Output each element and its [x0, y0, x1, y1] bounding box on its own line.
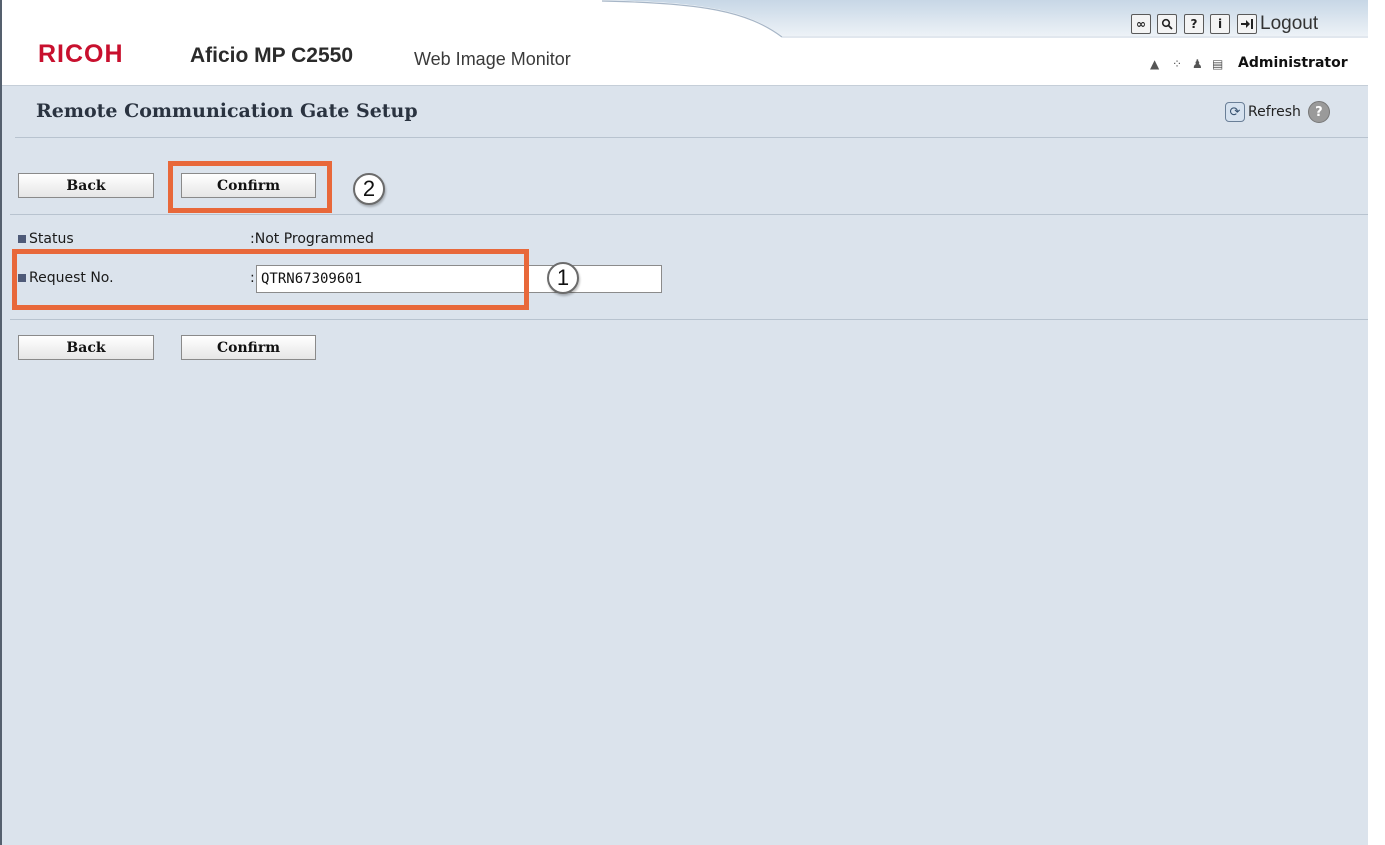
- logout-link[interactable]: Logout: [1260, 13, 1318, 35]
- confirm-button-bottom[interactable]: Confirm: [181, 335, 316, 360]
- title-divider: [15, 137, 1368, 138]
- bullet-marker: [18, 235, 26, 243]
- highlight-box-request-no: [12, 249, 529, 310]
- network-icon: ⁘: [1172, 57, 1183, 71]
- refresh-icon[interactable]: ⟳: [1225, 102, 1245, 122]
- refresh-control[interactable]: ⟳ Refresh ?: [1225, 101, 1330, 123]
- callout-step-2: 2: [353, 173, 385, 205]
- product-name: Web Image Monitor: [414, 49, 571, 69]
- link-icon[interactable]: ∞: [1131, 14, 1151, 34]
- logout-icon[interactable]: [1237, 14, 1257, 34]
- back-button-bottom[interactable]: Back: [18, 335, 154, 360]
- status-label: Status: [18, 231, 74, 247]
- header-bar: RICOH Aficio MP C2550 Web Image Monitor …: [2, 0, 1368, 86]
- section-divider-bottom: [10, 319, 1368, 320]
- document-icon: ▤: [1212, 57, 1224, 71]
- highlight-box-confirm: [168, 161, 332, 213]
- section-divider-top: [10, 214, 1368, 215]
- status-value: :Not Programmed: [250, 231, 374, 247]
- ricoh-logo: RICOH: [38, 40, 124, 68]
- device-model: Aficio MP C2550: [190, 44, 354, 67]
- lock-icon: ▲: [1150, 57, 1160, 71]
- window-left-border: [0, 0, 2, 845]
- info-icon[interactable]: i: [1210, 14, 1230, 34]
- page-help-icon[interactable]: ?: [1307, 101, 1330, 123]
- back-button-top[interactable]: Back: [18, 173, 154, 198]
- user-role-label: Administrator: [1238, 55, 1348, 71]
- help-icon[interactable]: ?: [1184, 14, 1204, 34]
- status-label-text: Status: [29, 231, 74, 247]
- refresh-link[interactable]: Refresh: [1248, 104, 1301, 120]
- window-right-margin: [1368, 0, 1385, 845]
- user-icon: ♟: [1192, 57, 1203, 71]
- search-icon[interactable]: [1157, 14, 1177, 34]
- page-title: Remote Communication Gate Setup: [36, 100, 418, 122]
- callout-step-1: 1: [547, 262, 579, 294]
